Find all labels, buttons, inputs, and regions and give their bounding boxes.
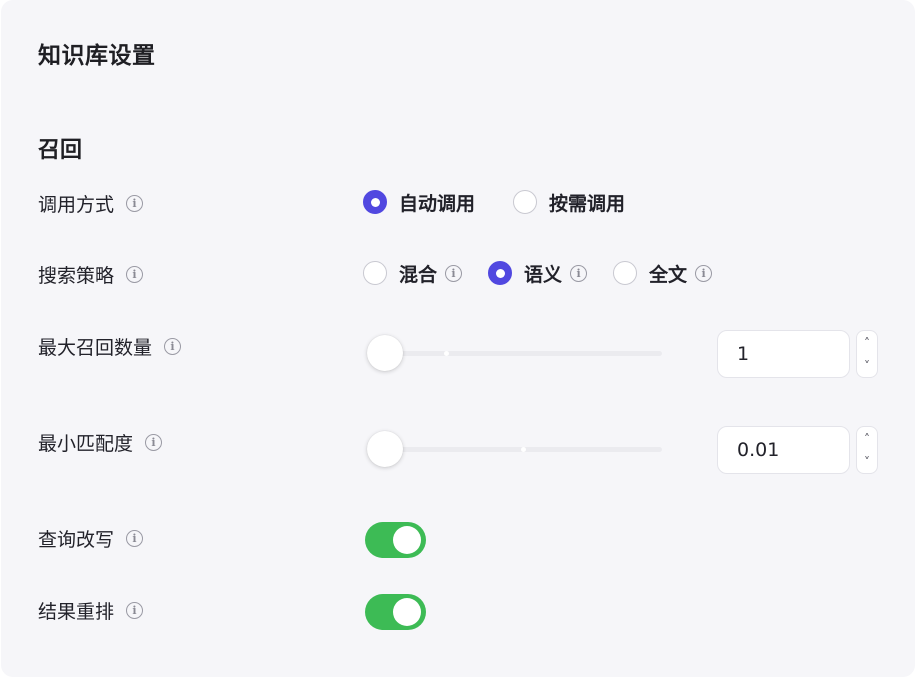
info-icon[interactable]: i [126, 529, 144, 547]
info-icon[interactable]: i [126, 194, 144, 212]
max-recall-input[interactable]: 1 [717, 330, 850, 378]
slider-mark [521, 447, 526, 452]
invoke-mode-label-row: 调用方式 i [38, 189, 144, 217]
query-rewrite-label: 查询改写 [38, 528, 115, 551]
search-strategy-radio-group: 混合 i 语义 i 全文 i [363, 259, 738, 287]
info-icon[interactable]: i [145, 433, 163, 451]
section-title-recall: 召回 [38, 138, 83, 163]
radio-semantic[interactable] [488, 261, 513, 285]
min-match-stepper: ˄ ˅ [856, 426, 878, 474]
info-icon[interactable]: i [164, 337, 182, 355]
radio-hybrid[interactable] [363, 261, 387, 285]
slider-mark [444, 351, 449, 356]
radio-option-auto-invoke[interactable]: 自动调用 [363, 189, 475, 216]
radio-option-semantic[interactable]: 语义 i [488, 260, 588, 287]
min-match-label: 最小匹配度 [38, 432, 134, 455]
increment-chevron-up-icon[interactable]: ˄ [857, 331, 877, 354]
toggle-knob [393, 526, 421, 554]
slider-handle[interactable] [367, 335, 403, 371]
radio-option-on-demand[interactable]: 按需调用 [513, 189, 625, 216]
query-rewrite-label-row: 查询改写 i [38, 524, 144, 552]
slider-track[interactable] [367, 351, 662, 356]
max-recall-stepper: ˄ ˅ [856, 330, 878, 378]
radio-label-hybrid: 混合 [399, 263, 438, 286]
info-icon[interactable]: i [695, 264, 713, 282]
toggle-knob [393, 598, 421, 626]
radio-auto-invoke[interactable] [363, 190, 387, 214]
radio-option-hybrid[interactable]: 混合 i [363, 260, 463, 287]
radio-option-fulltext[interactable]: 全文 i [613, 260, 713, 287]
knowledge-settings-panel: 知识库设置 召回 调用方式 i 自动调用 按需调用 搜索策略 i 混合 i 语义… [1, 0, 915, 677]
radio-label-auto-invoke: 自动调用 [399, 192, 476, 215]
search-strategy-label: 搜索策略 [38, 264, 115, 287]
slider-handle[interactable] [367, 431, 403, 467]
rerank-label-row: 结果重排 i [38, 596, 144, 624]
rerank-label: 结果重排 [38, 600, 115, 623]
increment-chevron-up-icon[interactable]: ˄ [857, 427, 877, 450]
radio-label-on-demand: 按需调用 [549, 192, 626, 215]
min-match-label-row: 最小匹配度 i [38, 428, 163, 456]
max-recall-label: 最大召回数量 [38, 336, 153, 359]
page-title: 知识库设置 [38, 43, 156, 69]
radio-fulltext[interactable] [613, 261, 638, 285]
decrement-chevron-down-icon[interactable]: ˅ [857, 450, 877, 473]
invoke-mode-label: 调用方式 [38, 193, 115, 216]
rerank-toggle[interactable] [365, 594, 426, 630]
radio-label-semantic: 语义 [524, 263, 563, 286]
slider-track[interactable] [367, 447, 662, 452]
query-rewrite-toggle[interactable] [365, 522, 426, 558]
info-icon[interactable]: i [126, 265, 144, 283]
min-match-slider[interactable] [367, 429, 662, 469]
search-strategy-label-row: 搜索策略 i [38, 260, 144, 288]
info-icon[interactable]: i [570, 264, 588, 282]
min-match-input[interactable]: 0.01 [717, 426, 850, 474]
max-recall-label-row: 最大召回数量 i [38, 332, 182, 360]
invoke-mode-radio-group: 自动调用 按需调用 [363, 188, 651, 216]
radio-on-demand[interactable] [513, 190, 538, 214]
info-icon[interactable]: i [126, 601, 144, 619]
info-icon[interactable]: i [445, 264, 463, 282]
decrement-chevron-down-icon[interactable]: ˅ [857, 354, 877, 377]
radio-label-fulltext: 全文 [649, 263, 688, 286]
max-recall-slider[interactable] [367, 333, 662, 373]
